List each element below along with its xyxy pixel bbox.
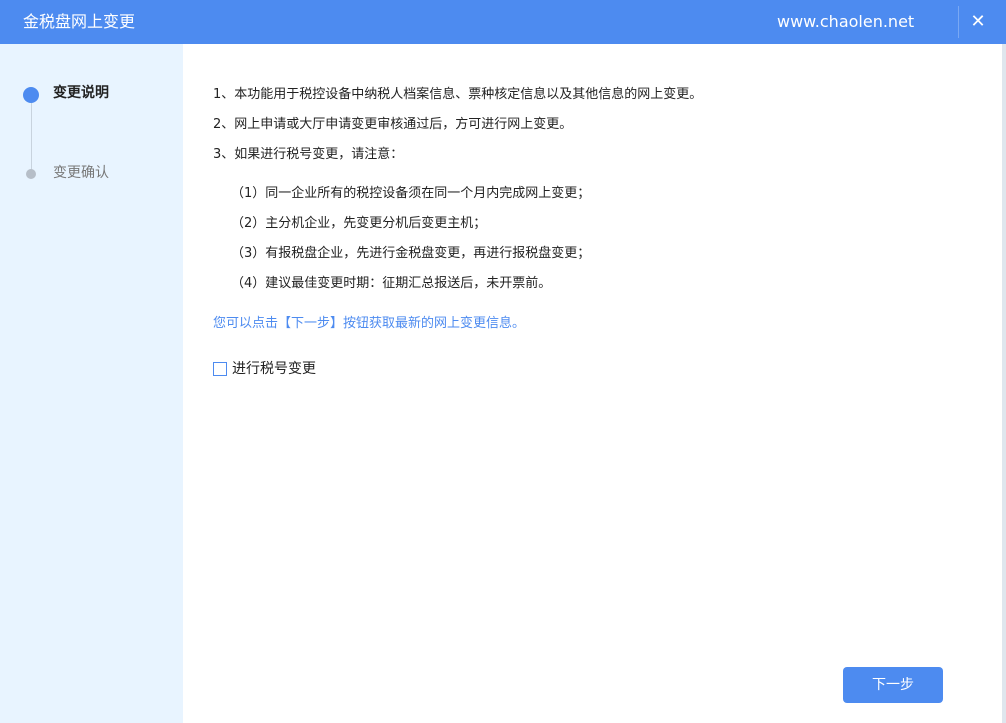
checkbox-icon[interactable]	[213, 362, 227, 376]
next-button[interactable]: 下一步	[843, 667, 943, 703]
window-right-edge	[1002, 44, 1006, 723]
step-connector-line	[31, 96, 32, 174]
instruction-item: 2、网上申请或大厅申请变更审核通过后，方可进行网上变更。	[213, 117, 573, 132]
dialog-window: 金税盘网上变更 www.chaolen.net ✕ 变更说明 变更确认 1、本功…	[0, 0, 1006, 723]
step-label-change-confirmation: 变更确认	[53, 165, 109, 181]
close-button[interactable]: ✕	[958, 6, 997, 38]
step-sidebar	[0, 44, 183, 723]
checkbox-label[interactable]: 进行税号变更	[232, 360, 316, 378]
instruction-item: 3、如果进行税号变更，请注意：	[213, 147, 404, 162]
step-indicator-icon	[26, 169, 36, 179]
next-step-hint: 您可以点击【下一步】按钮获取最新的网上变更信息。	[213, 316, 526, 331]
instruction-item: 1、本功能用于税控设备中纳税人档案信息、票种核定信息以及其他信息的网上变更。	[213, 87, 703, 102]
instruction-subitem: （1）同一企业所有的税控设备须在同一个月内完成网上变更；	[231, 186, 591, 201]
tax-number-change-checkbox[interactable]: 进行税号变更	[213, 360, 316, 378]
instruction-subitem: （2）主分机企业，先变更分机后变更主机；	[231, 216, 487, 231]
instruction-subitem: （4）建议最佳变更时期：征期汇总报送后，未开票前。	[231, 276, 552, 291]
window-title: 金税盘网上变更	[23, 12, 136, 31]
instruction-subitem: （3）有报税盘企业，先进行金税盘变更，再进行报税盘变更；	[231, 246, 591, 261]
step-indicator-active-icon	[23, 87, 39, 103]
watermark-text: www.chaolen.net	[777, 12, 915, 31]
title-bar: 金税盘网上变更 www.chaolen.net ✕	[0, 0, 1006, 44]
close-icon: ✕	[970, 11, 986, 32]
step-label-change-description: 变更说明	[53, 85, 109, 101]
